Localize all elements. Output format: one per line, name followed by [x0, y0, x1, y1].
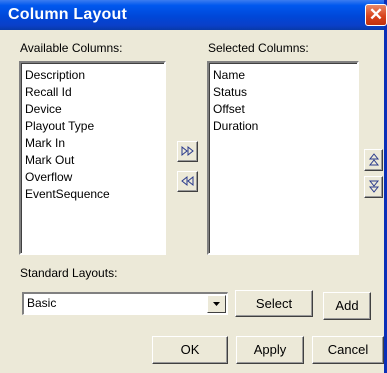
standard-layouts-value: Basic — [27, 296, 57, 310]
move-up-icon — [368, 153, 380, 166]
standard-layouts-label: Standard Layouts: — [20, 266, 118, 280]
list-item[interactable]: EventSequence — [25, 186, 164, 203]
add-layout-button[interactable]: Add — [323, 292, 371, 320]
double-right-arrow-icon — [181, 145, 194, 157]
remove-column-button[interactable] — [177, 171, 198, 192]
select-button[interactable]: Select — [235, 290, 313, 317]
close-button[interactable]: ✕ — [365, 4, 387, 26]
selected-columns-label: Selected Columns: — [208, 41, 309, 55]
apply-button[interactable]: Apply — [236, 336, 304, 364]
cancel-button[interactable]: Cancel — [312, 336, 384, 364]
list-item[interactable]: Name — [213, 67, 357, 84]
move-down-button[interactable] — [364, 176, 383, 198]
add-column-button[interactable] — [177, 141, 198, 162]
ok-button[interactable]: OK — [152, 336, 228, 364]
move-down-icon — [368, 180, 380, 193]
chevron-down-icon — [213, 302, 220, 306]
column-layout-dialog: Column Layout ✕ Available Columns: Descr… — [0, 0, 387, 373]
dialog-title: Column Layout — [8, 6, 128, 23]
list-item[interactable]: Recall Id — [25, 84, 164, 101]
selected-columns-list[interactable]: Name Status Offset Duration — [207, 61, 359, 255]
list-item[interactable]: Mark In — [25, 135, 164, 152]
list-item[interactable]: Device — [25, 101, 164, 118]
list-item[interactable]: Overflow — [25, 169, 164, 186]
list-item[interactable]: Mark Out — [25, 152, 164, 169]
move-up-button[interactable] — [364, 149, 383, 171]
available-columns-list[interactable]: Description Recall Id Device Playout Typ… — [19, 61, 166, 255]
list-item[interactable]: Offset — [213, 101, 357, 118]
list-item[interactable]: Duration — [213, 118, 357, 135]
dropdown-button[interactable] — [207, 295, 226, 313]
available-columns-label: Available Columns: — [20, 41, 123, 55]
list-item[interactable]: Status — [213, 84, 357, 101]
list-item[interactable]: Playout Type — [25, 118, 164, 135]
close-icon: ✕ — [368, 5, 384, 24]
double-left-arrow-icon — [181, 175, 194, 187]
title-bar[interactable]: Column Layout ✕ — [0, 0, 387, 30]
list-item[interactable]: Description — [25, 67, 164, 84]
standard-layouts-dropdown[interactable]: Basic — [22, 292, 228, 315]
